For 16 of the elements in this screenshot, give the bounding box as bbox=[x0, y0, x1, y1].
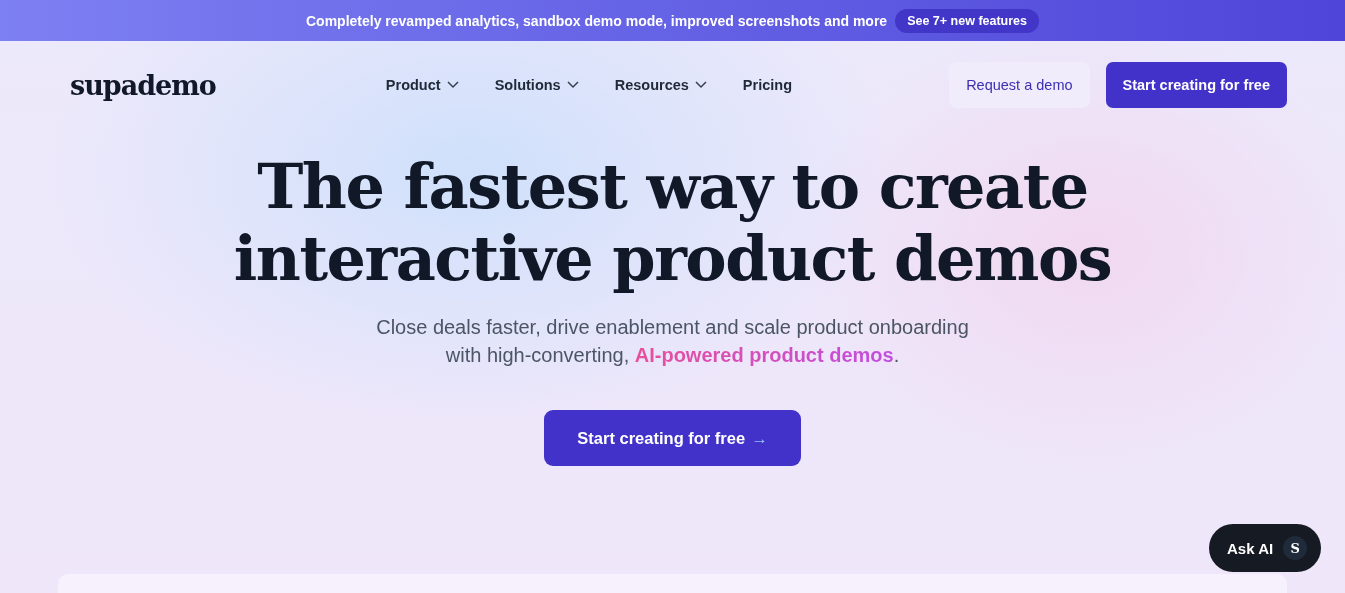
nav-link[interactable]: Solutions bbox=[494, 77, 579, 93]
announcement-text: Completely revamped analytics, sandbox demo mode, improved screenshots and more bbox=[305, 12, 888, 29]
ask-ai-button[interactable]: Ask AI S bbox=[1209, 524, 1322, 572]
chevron-down-icon bbox=[446, 81, 459, 89]
nav-link[interactable]: Pricing bbox=[742, 77, 792, 93]
nav-link[interactable]: Product bbox=[385, 77, 459, 93]
chevron-down-icon bbox=[694, 81, 707, 89]
chevron-down-icon bbox=[566, 81, 579, 89]
hero-subtitle: Close deals faster, drive enablement and scale product onboarding with high-converting, AI-powered product demos. bbox=[376, 315, 969, 368]
logo[interactable]: supademo bbox=[70, 69, 216, 101]
new-features-link[interactable]: See 7+ new features bbox=[895, 8, 1039, 33]
start-free-button[interactable]: Start creating for free bbox=[1105, 62, 1287, 108]
nav-link[interactable]: Resources bbox=[614, 77, 707, 93]
request-demo-button[interactable]: Request a demo bbox=[949, 62, 1090, 108]
hero-headline: The fastest way to create interactive product demos bbox=[233, 151, 1112, 295]
hero-cta-button[interactable]: Start creating for free → bbox=[544, 410, 801, 466]
